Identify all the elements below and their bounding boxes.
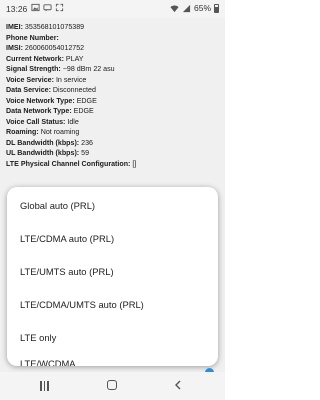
- message-notification-icon: [43, 4, 52, 12]
- battery-percentage: 65%: [193, 3, 211, 13]
- network-mode-option[interactable]: LTE/CDMA auto (PRL): [20, 233, 114, 244]
- network-mode-option[interactable]: LTE/WCDMA: [20, 358, 76, 366]
- home-icon[interactable]: [107, 380, 117, 390]
- screenshot-notification-icon: [55, 3, 64, 12]
- network-mode-option[interactable]: Global auto (PRL): [20, 200, 95, 211]
- system-status-icons: 65%: [170, 3, 219, 13]
- notification-icons: [31, 3, 64, 12]
- navigation-bar: [0, 372, 225, 400]
- status-bar: 13:26 65%: [0, 0, 225, 18]
- battery-icon: [214, 3, 219, 13]
- network-mode-option[interactable]: LTE only: [20, 332, 56, 343]
- recents-icon[interactable]: [40, 381, 50, 391]
- wifi-icon: [170, 5, 179, 12]
- image-notification-icon: [31, 3, 40, 12]
- network-mode-option[interactable]: LTE/CDMA/UMTS auto (PRL): [20, 299, 144, 310]
- network-mode-option[interactable]: LTE/UMTS auto (PRL): [20, 266, 114, 277]
- signal-icon: [182, 4, 191, 12]
- network-mode-dropdown: Global auto (PRL) LTE/CDMA auto (PRL) LT…: [7, 187, 218, 366]
- back-icon[interactable]: [173, 380, 183, 390]
- status-time: 13:26: [6, 4, 28, 14]
